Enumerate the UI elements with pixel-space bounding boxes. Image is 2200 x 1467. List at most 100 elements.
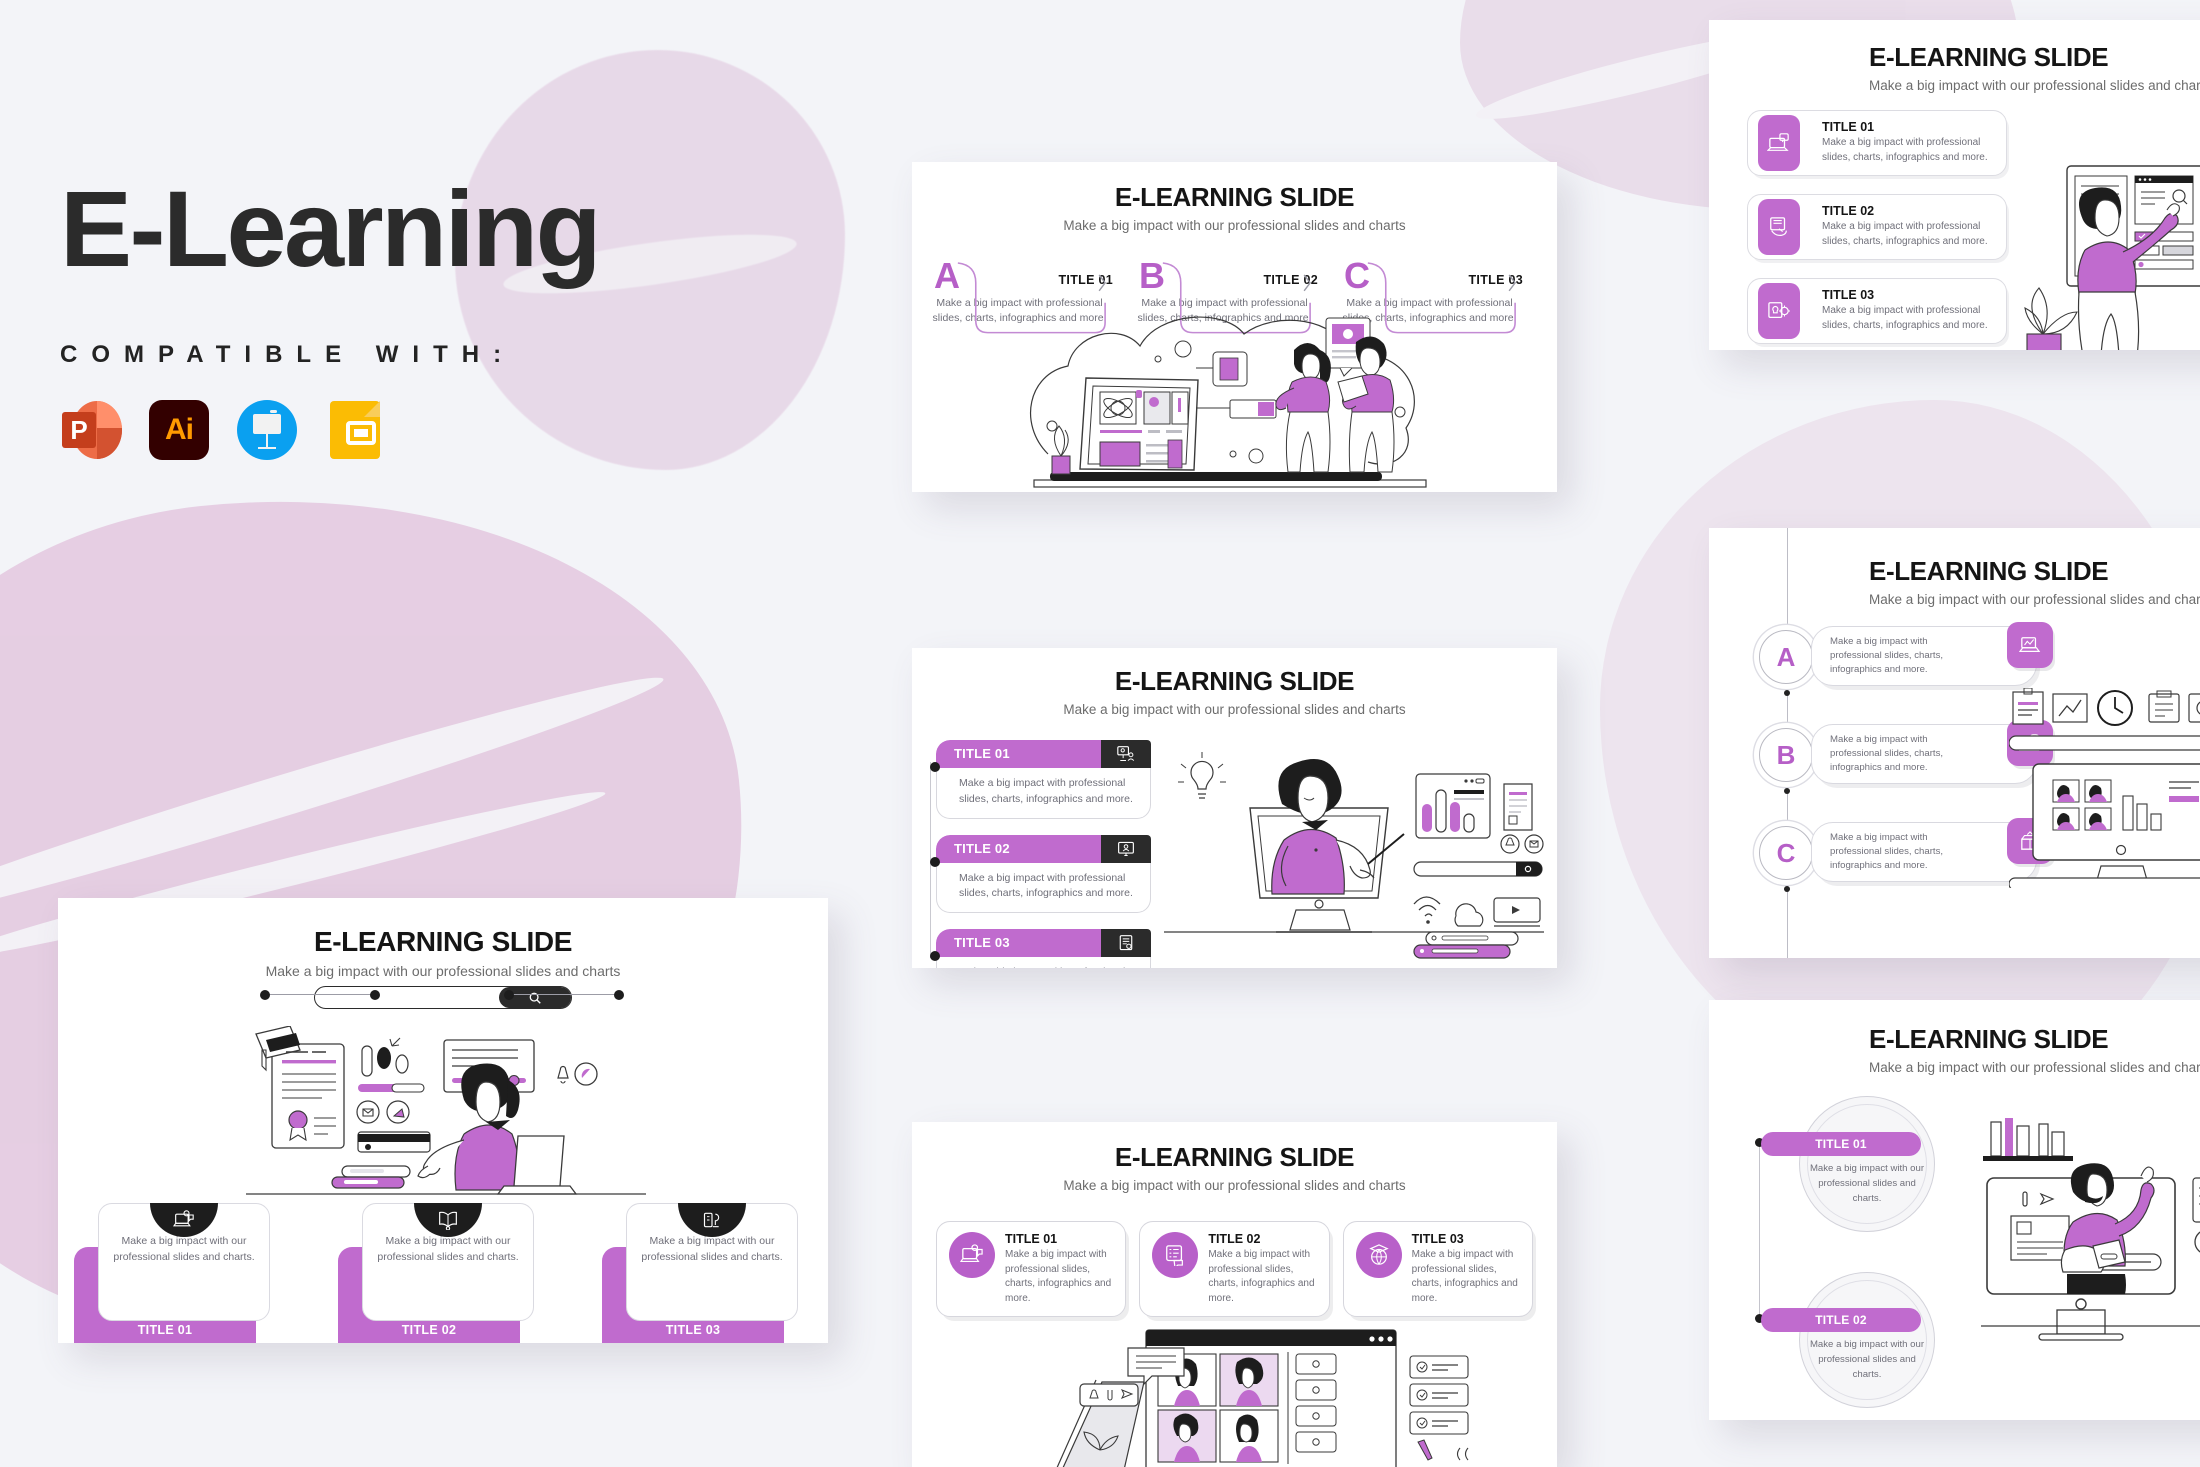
slide7-card-2-title: TITLE 02 [401,1323,457,1337]
timeline-node-dot [1784,788,1790,794]
slide2-item-1[interactable]: TITLE 01 Make a big impact with professi… [930,740,1151,819]
slide3-title: E-LEARNING SLIDE [1114,1142,1355,1172]
slide-card-icon-tiles[interactable]: E-LEARNING SLIDE Make a big impact with … [1709,20,2200,350]
slide6-item-1[interactable]: TITLE 01 Make a big impact with our prof… [1755,1096,1935,1232]
timeline-node-dot [1784,690,1790,696]
online-class-icon [150,1203,218,1237]
slide1-title: E-LEARNING SLIDE [1114,182,1355,212]
timeline-node-dot [1784,886,1790,892]
slide5-item-b-desc: Make a big impact with professional slid… [1811,724,2037,784]
slide1-step-a-letter: A [934,255,960,296]
slide7-card-3-desc: Make a big impact with our professional … [641,1235,783,1263]
slide-card-ribbon-list[interactable]: E-LEARNING SLIDE Make a big impact with … [912,648,1557,968]
laptop-presentation-icon [1756,111,1800,171]
slide7-card-1-desc: Make a big impact with our professional … [113,1235,255,1263]
slide4-item-2-title: TITLE 02 [1822,204,1875,218]
slide6-subtitle: Make a big impact with our professional … [1869,1060,2200,1075]
slide7-card-2-body: Make a big impact with our professional … [362,1203,534,1321]
compatible-with-label: COMPATIBLE WITH: [60,341,516,368]
monitor-user-icon [1101,834,1151,863]
slide7-illustration [246,1026,646,1195]
laptop-chart-icon [2007,622,2053,668]
slide4-item-1-desc: Make a big impact with professional slid… [1822,137,1988,163]
slide-card-pill-cards[interactable]: E-LEARNING SLIDE Make a big impact with … [912,1122,1557,1467]
slide5-item-c-letter: C [1759,826,1813,880]
slide5-item-a-desc: Make a big impact with professional slid… [1811,626,2037,686]
slide-card-timeline-abc[interactable]: E-LEARNING SLIDE Make a big impact with … [1709,528,2200,958]
slide7-card-1[interactable]: Make a big impact with our professional … [74,1203,270,1343]
connector-knob [504,990,514,1000]
slide3-card-3-title: TITLE 03 [1411,1232,1464,1246]
card-connector-line [510,994,620,996]
slide1-step-c-title: TITLE 03 [1468,273,1523,287]
global-graduation-icon [1355,1232,1402,1278]
connector-knob [370,990,380,1000]
slide4-item-3-desc: Make a big impact with professional slid… [1822,305,1988,331]
slide-card-circle-pills[interactable]: E-LEARNING SLIDE Make a big impact with … [1709,1000,2200,1420]
slide2-item-2-title: TITLE 02 [936,834,1101,863]
slide6-item-2-title: TITLE 02 [1761,1308,1921,1332]
slide3-card-1-desc: Make a big impact with professional slid… [1005,1249,1112,1304]
keynote-icon [236,399,298,461]
open-book-icon [414,1203,482,1237]
slide2-title: E-LEARNING SLIDE [1114,666,1355,696]
slide6-item-2[interactable]: TITLE 02 Make a big impact with our prof… [1755,1272,1935,1408]
slide3-card-3[interactable]: TITLE 03 Make a big impact with professi… [1342,1221,1533,1317]
slide1-illustration [1030,316,1427,488]
slide6-title: E-LEARNING SLIDE [1869,1024,2109,1054]
search-input[interactable] [314,986,572,1009]
slide2-item-3-title: TITLE 03 [936,929,1101,957]
slide5-item-list: A Make a big impact with professional sl… [1759,622,2053,918]
slide4-item-2-desc: Make a big impact with professional slid… [1822,221,1988,247]
slide3-card-2[interactable]: TITLE 02 Make a big impact with professi… [1139,1221,1330,1317]
slide2-item-1-title: TITLE 01 [936,740,1101,768]
slide6-connector-rail [1759,1142,1761,1322]
idea-gear-icon [1756,279,1800,339]
slide4-item-2[interactable]: TITLE 02 Make a big impact with professi… [1747,194,2007,260]
slide4-item-1[interactable]: TITLE 01 Make a big impact with professi… [1747,110,2007,176]
slide6-item-2-desc: Make a big impact with our professional … [1809,1339,1925,1380]
hand-book-icon [1756,195,1800,255]
slide5-illustration [2009,688,2200,888]
slide7-card-3[interactable]: Make a big impact with our professional … [602,1203,798,1343]
slide5-item-c[interactable]: C Make a big impact with professional sl… [1759,818,2053,918]
slide7-card-2-desc: Make a big impact with our professional … [377,1235,519,1263]
slide2-item-2[interactable]: TITLE 02 Make a big impact with professi… [930,834,1151,913]
slide1-step-b-title: TITLE 02 [1263,273,1318,287]
slide-card-abc-arrows[interactable]: E-LEARNING SLIDE Make a big impact with … [912,162,1557,492]
slide3-card-1[interactable]: TITLE 01 Make a big impact with professi… [936,1221,1127,1317]
slide5-subtitle: Make a big impact with our professional … [1869,592,2200,607]
slide6-item-1-desc: Make a big impact with our professional … [1809,1163,1925,1204]
slide2-item-2-desc: Make a big impact with professional slid… [936,862,1151,913]
google-slides-icon [324,399,386,461]
online-class-icon [949,1232,995,1278]
slide7-card-1-body: Make a big impact with our professional … [98,1203,270,1321]
connector-knob [260,990,270,1000]
slide4-item-3[interactable]: TITLE 03 Make a big impact with professi… [1747,278,2007,344]
slide7-card-3-title: TITLE 03 [665,1323,721,1337]
slide5-item-a[interactable]: A Make a big impact with professional sl… [1759,622,2053,722]
slide2-item-3[interactable]: TITLE 03 Make a big impact with professi… [930,929,1151,968]
slide7-card-2[interactable]: Make a big impact with our professional … [338,1203,534,1343]
slide4-item-3-title: TITLE 03 [1822,288,1875,302]
connector-knob [614,990,624,1000]
slide1-subtitle: Make a big impact with our professional … [1063,218,1406,233]
slide3-card-3-desc: Make a big impact with professional slid… [1411,1249,1518,1304]
slide7-card-3-body: Make a big impact with our professional … [626,1203,798,1321]
cover-title-block: E-Learning COMPATIBLE WITH: P Ai [60,175,880,461]
slide1-step-a-title: TITLE 01 [1058,273,1113,287]
illustrator-icon-glyph: Ai [149,400,209,460]
slide5-item-a-letter: A [1759,630,1813,684]
slide5-item-b[interactable]: B Make a big impact with professional sl… [1759,720,2053,820]
page-title: E-Learning [60,168,602,289]
slide4-illustration [2024,165,2200,350]
slide4-item-1-title: TITLE 01 [1822,120,1875,134]
slide2-illustration [1164,752,1544,959]
compatible-app-icon-row: P Ai [60,399,880,461]
slide5-title: E-LEARNING SLIDE [1869,556,2109,586]
slide3-card-1-title: TITLE 01 [1005,1232,1058,1246]
slide2-item-1-desc: Make a big impact with professional slid… [936,768,1151,819]
powerpoint-icon-glyph: P [62,412,96,448]
slide2-subtitle: Make a big impact with our professional … [1063,702,1406,717]
slide-card-search-and-cards[interactable]: E-LEARNING SLIDE Make a big impact with … [58,898,828,1343]
